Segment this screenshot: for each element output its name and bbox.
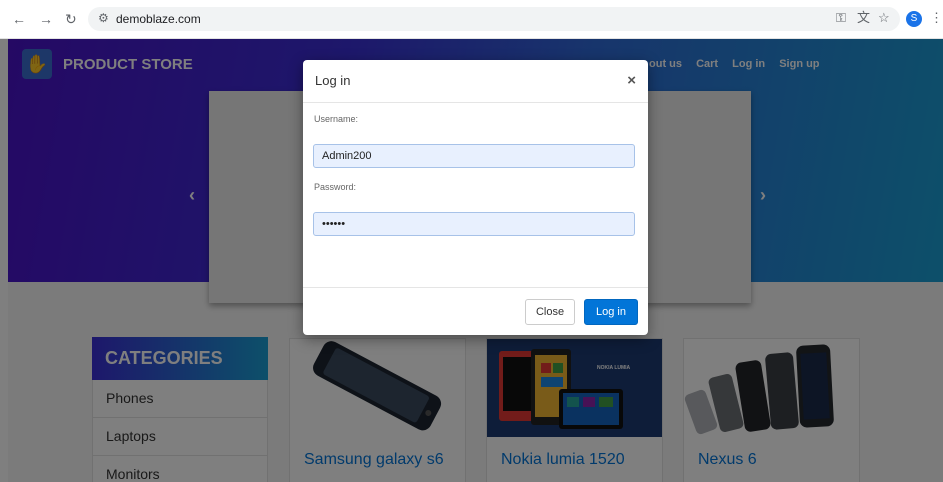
menu-dots-icon[interactable]: ⋮ [930, 10, 943, 26]
close-icon[interactable]: × [627, 72, 636, 89]
password-input[interactable] [313, 212, 635, 236]
reload-icon[interactable]: ↻ [65, 10, 77, 28]
login-button[interactable]: Log in [584, 299, 638, 325]
key-icon[interactable]: ⚿ [836, 10, 846, 26]
password-label: Password: [314, 182, 357, 192]
translate-icon[interactable]: 文 [857, 10, 870, 26]
site-info-icon[interactable]: ⚙ [98, 11, 109, 25]
close-button[interactable]: Close [525, 299, 575, 325]
profile-avatar[interactable]: S [906, 11, 922, 27]
back-icon[interactable]: ← [12, 10, 26, 28]
modal-footer: Close Log in [303, 287, 648, 336]
username-label: Username: [314, 114, 359, 124]
url-text: demoblaze.com [116, 12, 201, 26]
modal-title: Log in [315, 73, 351, 88]
browser-toolbar: ← → ↻ ⚙ demoblaze.com ⚿ 文 ☆ S ⋮ [0, 0, 943, 39]
username-input[interactable] [313, 144, 635, 168]
forward-icon[interactable]: → [39, 10, 53, 28]
login-modal: Log in × Username: Password: Close Log i… [303, 60, 648, 335]
bookmark-star-icon[interactable]: ☆ [878, 10, 890, 26]
modal-header: Log in × [303, 60, 648, 103]
address-bar[interactable]: ⚙ demoblaze.com [88, 7, 900, 31]
